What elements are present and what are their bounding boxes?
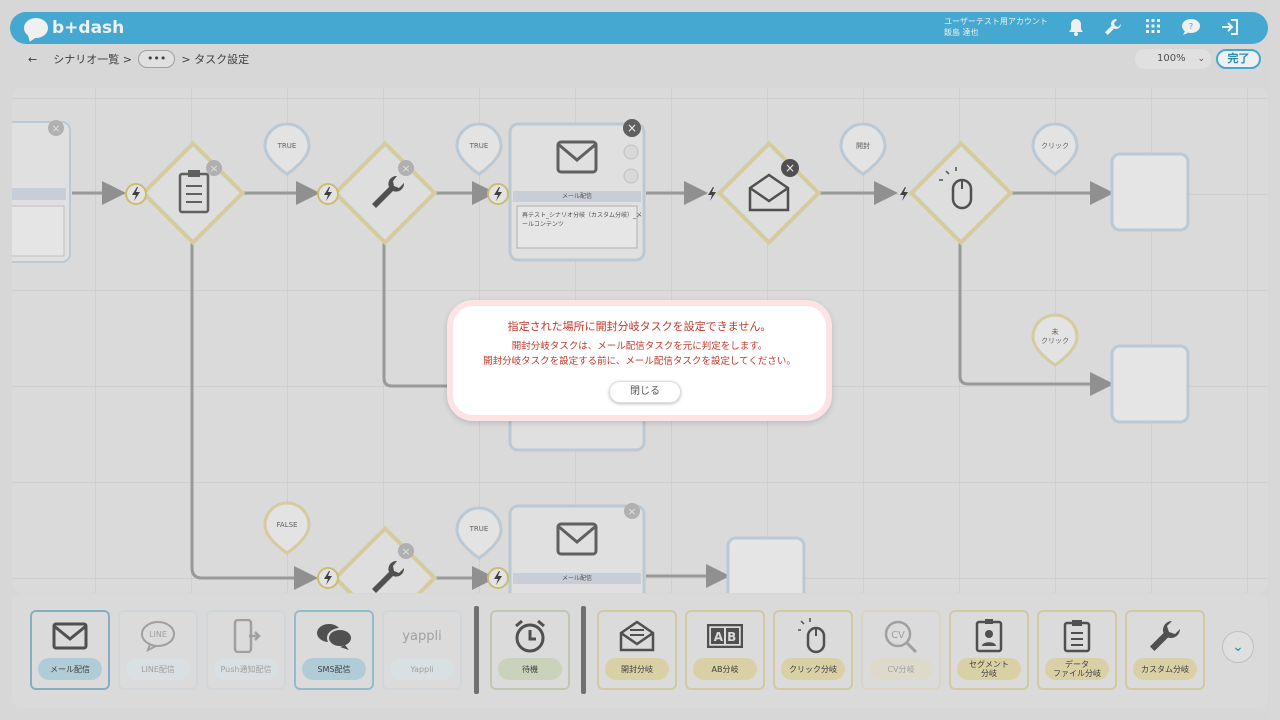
close-button[interactable]: 閉じる	[609, 381, 681, 403]
dialog-line-1: 開封分岐タスクは、メール配信タスクを元に判定をします。	[511, 341, 768, 352]
dialog-title: 指定された場所に開封分岐タスクを設定できません。	[507, 320, 772, 333]
dialog-body: 開封分岐タスクは、メール配信タスクを元に判定をします。 開封分岐タスクを設定する…	[453, 339, 826, 369]
error-dialog: 指定された場所に開封分岐タスクを設定できません。 開封分岐タスクは、メール配信タ…	[447, 300, 832, 421]
dialog-line-2: 開封分岐タスクを設定する前に、メール配信タスクを設定してください。	[483, 356, 796, 367]
